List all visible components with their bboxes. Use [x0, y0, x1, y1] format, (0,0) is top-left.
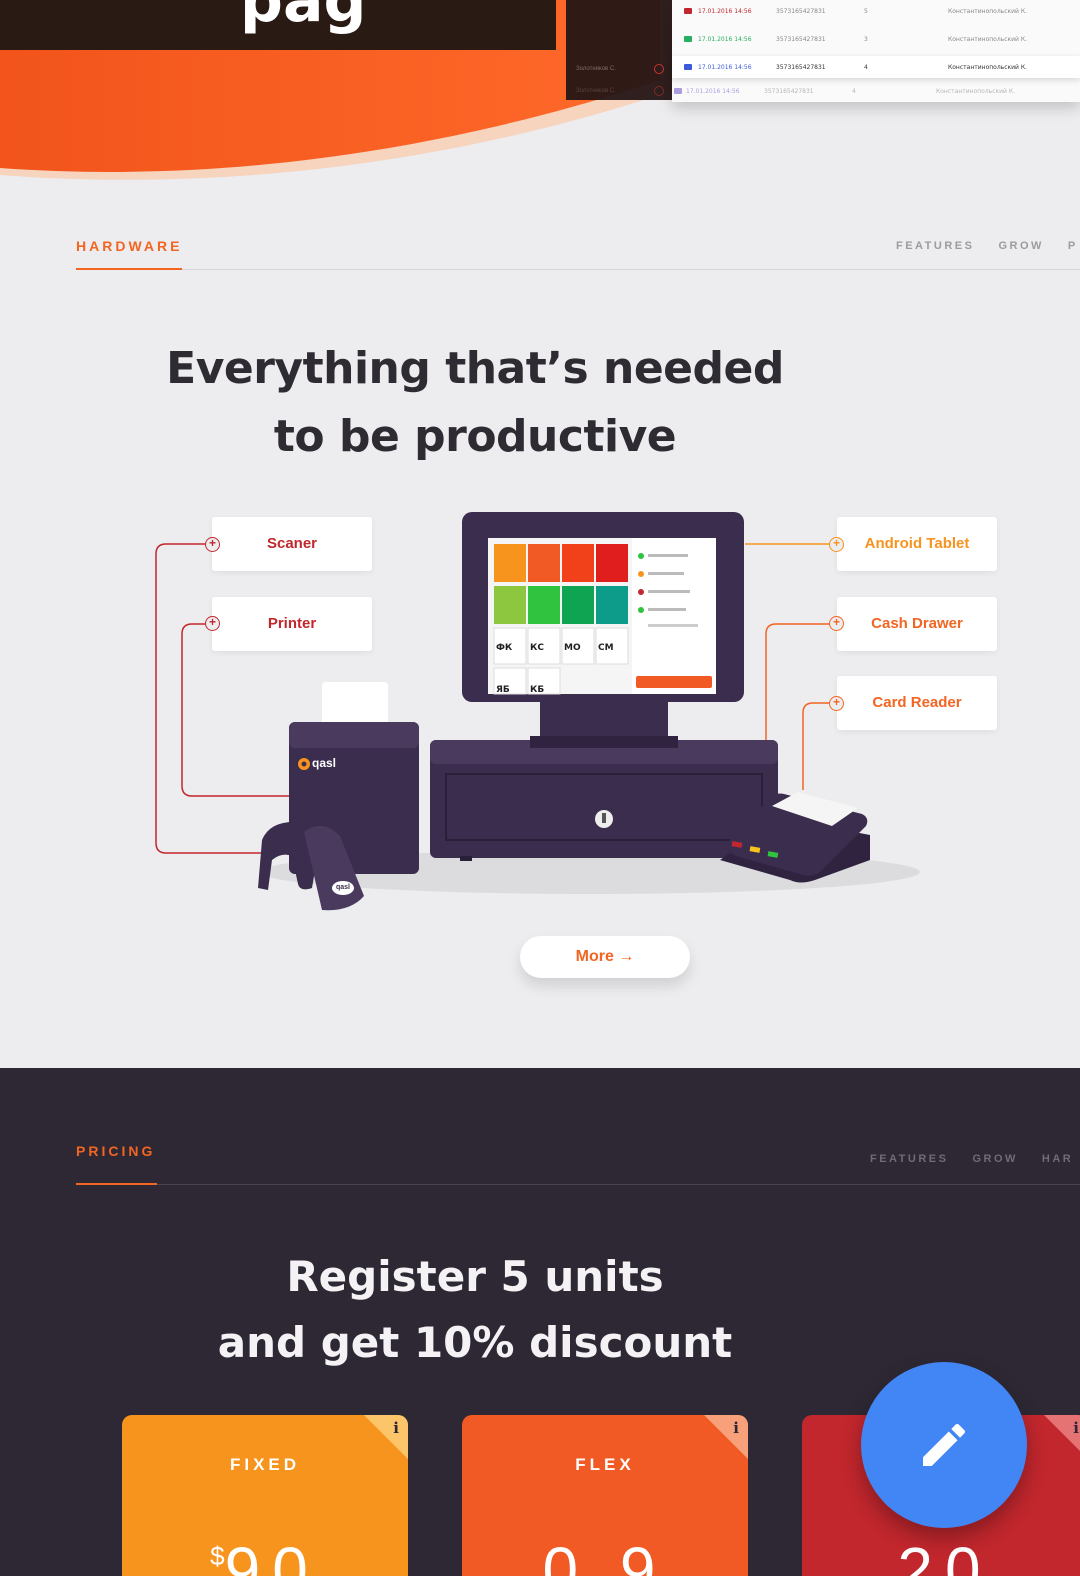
nav-link-grow[interactable]: GROW: [998, 240, 1043, 252]
plan-card-fixed[interactable]: i FIXED $90: [122, 1415, 408, 1576]
section-underline: [76, 268, 182, 270]
plan-price-value: 90: [224, 1534, 320, 1576]
nav-link-features[interactable]: FEATURES: [870, 1153, 948, 1165]
section-divider: [76, 269, 1080, 270]
plan-price: 20: [802, 1533, 1080, 1576]
tile-label: ФК: [496, 643, 513, 653]
plus-icon[interactable]: +: [829, 537, 844, 552]
plan-price: $90: [122, 1533, 408, 1576]
plus-icon[interactable]: +: [829, 616, 844, 631]
dashboard-user-name: Золотников С.: [576, 88, 616, 94]
row-code: 3573165427831: [776, 8, 826, 15]
section-label-hardware[interactable]: HARDWARE: [76, 238, 182, 254]
row-qty: 4: [864, 64, 868, 71]
plan-price-value: 20: [897, 1534, 993, 1576]
pencil-icon: [923, 1423, 966, 1466]
row-name: Константинопольский К.: [948, 64, 1027, 71]
row-date: 17.01.2016 14:56: [698, 8, 752, 15]
tile-label: МО: [564, 643, 581, 653]
heading-line: Register 5 units: [286, 1252, 664, 1301]
section-links: FEATURES GROW HAR: [870, 1153, 1073, 1165]
edit-fab-button[interactable]: [861, 1362, 1027, 1528]
tile-label: КС: [530, 643, 544, 653]
card-fold: [704, 1415, 748, 1459]
tile-label: ЯБ: [496, 685, 510, 695]
hero-title-fragment: pag: [240, 0, 367, 36]
tile-label: КБ: [530, 685, 545, 695]
section-links: FEATURES GROW P: [896, 240, 1078, 252]
tile-label: СМ: [598, 643, 614, 653]
table-row[interactable]: 17.01.2016 14:56 3573165427831 4 Констан…: [672, 80, 1080, 102]
hero-section: pag Золотников С. Золотников С. 17.01.20…: [0, 0, 1080, 200]
row-date: 17.01.2016 14:56: [698, 36, 752, 43]
nav-link-features[interactable]: FEATURES: [896, 240, 974, 252]
info-icon[interactable]: i: [733, 1419, 739, 1437]
table-row[interactable]: 17.01.2016 14:56 3573165427831 5 Констан…: [672, 0, 1080, 22]
callout-printer[interactable]: Printer: [212, 597, 372, 651]
plus-icon[interactable]: +: [205, 537, 220, 552]
row-code: 3573165427831: [764, 88, 814, 95]
more-button[interactable]: More →: [520, 936, 690, 978]
row-date: 17.01.2016 14:56: [698, 64, 752, 71]
row-name: Константинопольский К.: [948, 8, 1027, 15]
printer-brand-label: qasl: [312, 756, 337, 770]
section-underline: [76, 1183, 157, 1185]
callout-cash-drawer[interactable]: Cash Drawer: [837, 597, 997, 651]
table-row-active[interactable]: 17.01.2016 14:56 3573165427831 4 Констан…: [672, 56, 1080, 78]
section-divider: [76, 1184, 1080, 1185]
plan-price: 0.9: [462, 1533, 748, 1576]
row-qty: 4: [852, 88, 856, 95]
nav-link-grow[interactable]: GROW: [972, 1153, 1017, 1165]
card-fold: [364, 1415, 408, 1459]
power-icon[interactable]: [654, 64, 664, 74]
plus-icon[interactable]: +: [205, 616, 220, 631]
receipt-icon: [684, 8, 692, 14]
nav-link-p[interactable]: P: [1068, 240, 1078, 252]
dashboard-sidebar-user[interactable]: Золотников С.: [566, 58, 672, 80]
callout-card-reader[interactable]: Card Reader: [837, 676, 997, 730]
hardware-heading: Everything that’s needed to be productiv…: [0, 335, 1080, 471]
plan-price-value: 0.9: [542, 1534, 668, 1576]
scanner-brand-label: qasl: [336, 884, 351, 891]
plan-name: FLEX: [575, 1455, 635, 1474]
dashboard-user-name: Золотников С.: [576, 66, 616, 72]
callout-android-tablet[interactable]: Android Tablet: [837, 517, 997, 571]
card-icon: [684, 64, 692, 70]
heading-line: Everything that’s needed: [166, 343, 784, 394]
info-icon[interactable]: i: [393, 1419, 399, 1437]
row-name: Константинопольский К.: [948, 36, 1027, 43]
pricing-heading: Register 5 units and get 10% discount: [0, 1244, 1080, 1376]
row-qty: 3: [864, 36, 868, 43]
pricing-section-nav: PRICING FEATURES GROW HAR: [76, 1143, 1080, 1187]
section-label-pricing[interactable]: PRICING: [76, 1143, 155, 1159]
row-code: 3573165427831: [776, 64, 826, 71]
row-code: 3573165427831: [776, 36, 826, 43]
row-qty: 5: [864, 8, 868, 15]
dashboard-table: 17.01.2016 14:56 3573165427831 5 Констан…: [672, 0, 1080, 102]
plan-currency: $: [210, 1541, 225, 1571]
dashboard-sidebar: Золотников С. Золотников С.: [566, 0, 672, 100]
card-icon: [674, 88, 682, 94]
plus-icon[interactable]: +: [829, 696, 844, 711]
plan-card-flex[interactable]: i FLEX 0.9: [462, 1415, 748, 1576]
row-date: 17.01.2016 14:56: [686, 88, 740, 95]
dashboard-sidebar-user[interactable]: Золотников С.: [566, 80, 672, 102]
info-icon[interactable]: i: [1073, 1419, 1079, 1437]
heading-line: to be productive: [273, 411, 677, 462]
hardware-section-nav: HARDWARE FEATURES GROW P: [76, 238, 1080, 282]
callout-scaner[interactable]: Scaner: [212, 517, 372, 571]
table-row[interactable]: 17.01.2016 14:56 3573165427831 3 Констан…: [672, 28, 1080, 50]
power-icon[interactable]: [654, 86, 664, 96]
cash-icon: [684, 36, 692, 42]
nav-link-hardware[interactable]: HAR: [1042, 1153, 1073, 1165]
plan-name: FIXED: [229, 1455, 301, 1474]
row-name: Константинопольский К.: [936, 88, 1015, 95]
